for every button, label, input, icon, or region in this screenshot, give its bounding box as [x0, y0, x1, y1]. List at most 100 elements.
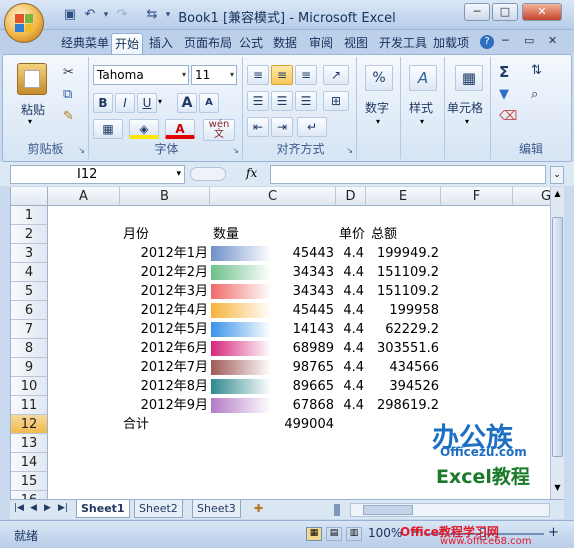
price-cell[interactable]: 4.4 [336, 244, 364, 263]
qty-cell[interactable]: 89665 [271, 377, 334, 396]
total-cell[interactable]: 62229.2 [366, 320, 439, 339]
price-cell[interactable]: 4.4 [336, 377, 364, 396]
qty-cell[interactable]: 68989 [271, 339, 334, 358]
qty-cell[interactable]: 98765 [271, 358, 334, 377]
tab-data[interactable]: 数据 [270, 33, 300, 54]
price-cell[interactable]: 4.4 [336, 263, 364, 282]
align-center-button[interactable]: ☰ [271, 91, 293, 111]
row-header[interactable]: 5 [11, 282, 48, 301]
font-size-combo[interactable]: 11 ▾ [191, 65, 237, 85]
page-layout-view-icon[interactable]: ▤ [326, 527, 342, 541]
header-month[interactable]: 月份 [123, 225, 149, 244]
price-cell[interactable]: 4.4 [336, 301, 364, 320]
price-cell[interactable]: 4.4 [336, 396, 364, 415]
row-header[interactable]: 12 [11, 415, 48, 434]
month-cell[interactable]: 2012年5月 [120, 320, 208, 339]
vertical-scrollbar[interactable]: ▲ ▼ [550, 187, 564, 499]
maximize-button[interactable]: □ [492, 3, 518, 21]
cells-button[interactable]: 单元格 [447, 99, 483, 116]
zoom-level[interactable]: 100% [368, 526, 402, 540]
styles-button[interactable]: 样式 [409, 99, 433, 116]
column-header-c[interactable]: C [210, 187, 336, 206]
sort-filter-icon[interactable]: ⇅ [531, 63, 542, 78]
formula-input[interactable] [270, 165, 546, 184]
total-cell[interactable]: 394526 [366, 377, 439, 396]
align-left-button[interactable]: ☰ [247, 91, 269, 111]
zoom-in-icon[interactable]: + [548, 525, 559, 540]
tab-formulas[interactable]: 公式 [236, 33, 266, 54]
qty-cell[interactable]: 45445 [271, 301, 334, 320]
ribbon-restore-icon[interactable]: ▭ [524, 34, 534, 47]
name-box[interactable]: I12 ▾ [10, 165, 185, 184]
prev-sheet-icon[interactable]: ◀ [30, 503, 37, 513]
italic-button[interactable]: I [115, 93, 135, 113]
tab-view[interactable]: 视图 [341, 33, 371, 54]
increase-indent-button[interactable]: ⇥ [271, 117, 293, 137]
next-sheet-icon[interactable]: ▶ [44, 503, 51, 513]
number-dropdown-icon[interactable]: ▾ [376, 117, 380, 126]
shrink-font-button[interactable]: A [199, 93, 219, 113]
month-cell[interactable]: 2012年4月 [120, 301, 208, 320]
month-cell[interactable]: 2012年1月 [120, 244, 208, 263]
alignment-launcher-icon[interactable]: ↘ [346, 146, 353, 155]
price-cell[interactable]: 4.4 [336, 358, 364, 377]
month-cell[interactable]: 2012年6月 [120, 339, 208, 358]
select-all-corner[interactable] [11, 187, 48, 206]
total-cell[interactable]: 434566 [366, 358, 439, 377]
row-header[interactable]: 10 [11, 377, 48, 396]
row-header[interactable]: 6 [11, 301, 48, 320]
align-right-button[interactable]: ☰ [295, 91, 317, 111]
cut-icon[interactable]: ✂ [63, 65, 74, 80]
row-header[interactable]: 4 [11, 263, 48, 282]
row-header[interactable]: 3 [11, 244, 48, 263]
tab-home[interactable]: 开始 [111, 33, 144, 54]
minimize-button[interactable]: ─ [464, 3, 490, 21]
ribbon-minimize-icon[interactable]: ─ [502, 34, 509, 47]
qty-cell[interactable]: 45443 [271, 244, 334, 263]
align-middle-button[interactable]: ≡ [271, 65, 293, 85]
orientation-button[interactable]: ↗ [323, 65, 349, 85]
row-header[interactable]: 16 [11, 491, 48, 499]
borders-button[interactable]: ▦ [93, 119, 123, 139]
column-header-d[interactable]: D [336, 187, 366, 206]
column-header-b[interactable]: B [120, 187, 210, 206]
month-cell[interactable]: 2012年7月 [120, 358, 208, 377]
font-launcher-icon[interactable]: ↘ [232, 146, 239, 155]
month-cell[interactable]: 2012年8月 [120, 377, 208, 396]
row-header[interactable]: 9 [11, 358, 48, 377]
ribbon-close-icon[interactable]: ✕ [548, 34, 557, 47]
row-header[interactable]: 7 [11, 320, 48, 339]
tab-split-handle[interactable] [334, 504, 340, 516]
column-header-a[interactable]: A [48, 187, 120, 206]
row-header[interactable]: 13 [11, 434, 48, 453]
header-price[interactable]: 单价 [339, 225, 365, 244]
month-cell[interactable]: 2012年2月 [120, 263, 208, 282]
number-format-icon[interactable]: % [365, 65, 393, 91]
paste-button[interactable]: 粘贴 [21, 101, 45, 118]
insert-sheet-icon[interactable]: ✚ [254, 502, 263, 515]
styles-dropdown-icon[interactable]: ▾ [420, 117, 424, 126]
column-header-e[interactable]: E [366, 187, 441, 206]
qty-cell[interactable]: 34343 [271, 282, 334, 301]
bold-button[interactable]: B [93, 93, 113, 113]
underline-dropdown-icon[interactable]: ▾ [158, 97, 162, 106]
total-cell[interactable]: 303551.6 [366, 339, 439, 358]
sheet-tab-2[interactable]: Sheet2 [134, 500, 183, 518]
sheet-tab-1[interactable]: Sheet1 [76, 500, 130, 518]
decrease-indent-button[interactable]: ⇤ [247, 117, 269, 137]
total-cell[interactable]: 199958 [366, 301, 439, 320]
row-header[interactable]: 14 [11, 453, 48, 472]
price-cell[interactable]: 4.4 [336, 320, 364, 339]
insert-function-icon[interactable]: fx [246, 166, 257, 180]
row-header[interactable]: 11 [11, 396, 48, 415]
close-button[interactable]: ✕ [522, 3, 562, 21]
row-header[interactable]: 8 [11, 339, 48, 358]
grow-font-button[interactable]: A [177, 93, 197, 113]
clear-icon[interactable]: ⌫ [499, 109, 517, 124]
last-sheet-icon[interactable]: ▶| [58, 503, 68, 513]
cells-dropdown-icon[interactable]: ▾ [465, 117, 469, 126]
help-icon[interactable]: ? [480, 35, 494, 49]
total-label[interactable]: 合计 [123, 415, 149, 434]
clipboard-launcher-icon[interactable]: ↘ [78, 146, 85, 155]
month-cell[interactable]: 2012年3月 [120, 282, 208, 301]
